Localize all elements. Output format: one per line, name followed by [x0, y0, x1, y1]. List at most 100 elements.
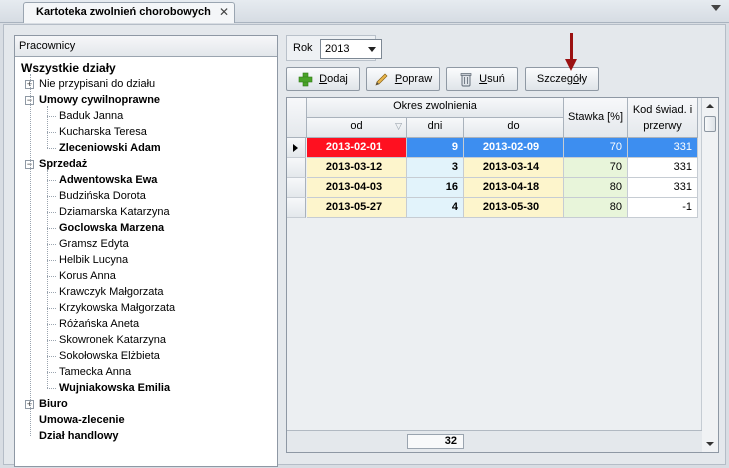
tree-item-department[interactable]: Umowa-zlecenie	[39, 412, 125, 428]
tree-item-employee[interactable]: Zleceniowski Adam	[59, 140, 161, 156]
tree-connector	[47, 244, 56, 245]
cell-code[interactable]: -1	[628, 198, 698, 218]
tree-item-label: Baduk Janna	[59, 110, 124, 122]
tree-item-label: Dziamarska Katarzyna	[59, 206, 170, 218]
tree-connector	[47, 170, 48, 388]
add-button[interactable]: Dodaj	[286, 67, 360, 91]
year-label: Rok	[293, 42, 313, 54]
cell-from[interactable]: 2013-03-12	[307, 158, 407, 178]
tree-connector	[47, 308, 56, 309]
cell-to[interactable]: 2013-04-18	[464, 178, 564, 198]
tree-connector	[47, 228, 56, 229]
cell-to[interactable]: 2013-05-30	[464, 198, 564, 218]
tree-item-employee[interactable]: Różańska Aneta	[59, 316, 139, 332]
cell-rate[interactable]: 70	[564, 138, 628, 158]
dropdown-arrow-icon	[368, 47, 376, 52]
tree-item-employee[interactable]: Dziamarska Katarzyna	[59, 204, 170, 220]
row-selector[interactable]	[287, 158, 306, 178]
scroll-down-icon[interactable]	[706, 442, 714, 446]
column-header-rate[interactable]: Stawka [%]	[564, 98, 628, 138]
column-header-to[interactable]: do	[464, 118, 564, 138]
sick-leave-grid[interactable]: Okres zwolnienia od ▽ dni do Stawka [%] …	[286, 97, 719, 453]
tree-connector	[47, 212, 56, 213]
tree-item-employee[interactable]: Budzińska Dorota	[59, 188, 146, 204]
tree-item-department[interactable]: Wszystkie działy	[21, 60, 116, 76]
cell-from[interactable]: 2013-05-27	[307, 198, 407, 218]
vertical-scrollbar[interactable]	[701, 98, 718, 452]
scroll-up-icon[interactable]	[706, 104, 714, 108]
tree-item-department[interactable]: Dział handlowy	[39, 428, 118, 444]
tree-connector	[47, 372, 56, 373]
details-button[interactable]: Szczegóły	[525, 67, 599, 91]
tree-item-label: Wujniakowska Emilia	[59, 382, 171, 394]
tree-item-employee[interactable]: Adwentowska Ewa	[59, 172, 157, 188]
cell-days[interactable]: 4	[407, 198, 464, 218]
tree-item-label: Nie przypisani do działu	[39, 78, 156, 90]
tree-item-employee[interactable]: Krawczyk Małgorzata	[59, 284, 164, 300]
tab-sick-leave-records[interactable]: Kartoteka zwolnień chorobowych ✕	[23, 2, 235, 23]
column-header-from[interactable]: od ▽	[307, 118, 407, 138]
tree-item-department[interactable]: Biuro	[39, 396, 68, 412]
cell-days[interactable]: 3	[407, 158, 464, 178]
tree-item-employee[interactable]: Krzykowska Małgorzata	[59, 300, 175, 316]
column-header-code[interactable]: Kod świad. i przerwy	[628, 98, 698, 138]
column-header-days[interactable]: dni	[407, 118, 464, 138]
tree-item-label: Różańska Aneta	[59, 318, 140, 330]
tree-item-employee[interactable]: Kucharska Teresa	[59, 124, 147, 140]
edit-button[interactable]: Popraw	[366, 67, 440, 91]
year-select[interactable]: 2013	[320, 39, 382, 59]
cell-days[interactable]: 16	[407, 178, 464, 198]
close-icon[interactable]: ✕	[219, 3, 229, 22]
tree-connector	[30, 74, 31, 436]
row-selector[interactable]	[287, 178, 306, 198]
pencil-icon	[375, 73, 388, 86]
cell-code[interactable]: 331	[628, 138, 698, 158]
annotation-arrowhead-icon	[565, 59, 577, 71]
employees-header: Pracownicy	[15, 36, 277, 57]
tab-menu-chevron-down-icon[interactable]	[711, 5, 721, 11]
delete-button[interactable]: Usuń	[446, 67, 518, 91]
cell-to[interactable]: 2013-02-09	[464, 138, 564, 158]
tree-item-label: Zleceniowski Adam	[59, 142, 161, 154]
tree-item-label: Krawczyk Małgorzata	[59, 286, 164, 298]
tree-item-employee[interactable]: Helbik Lucyna	[59, 252, 128, 268]
row-selector[interactable]	[287, 138, 306, 158]
cell-days[interactable]: 9	[407, 138, 464, 158]
row-selector[interactable]	[287, 198, 306, 218]
tree-item-employee[interactable]: Skowronek Katarzyna	[59, 332, 166, 348]
cell-code[interactable]: 331	[628, 178, 698, 198]
tree-item-department[interactable]: Umowy cywilnoprawne	[39, 92, 160, 108]
tree-item-department[interactable]: Nie przypisani do działu	[39, 76, 155, 92]
tree-item-employee[interactable]: Sokołowska Elżbieta	[59, 348, 160, 364]
tree-item-employee[interactable]: Tamecka Anna	[59, 364, 131, 380]
tree-item-label: Gramsz Edyta	[59, 238, 129, 250]
tree-item-label: Budzińska Dorota	[59, 190, 146, 202]
tree-item-label: Sprzedaż	[39, 158, 88, 170]
annotation-arrow-icon	[570, 33, 573, 61]
tree-item-label: Sokołowska Elżbieta	[59, 350, 160, 362]
add-icon	[298, 72, 313, 86]
tree-item-employee[interactable]: Korus Anna	[59, 268, 116, 284]
grid-corner	[287, 98, 307, 138]
cell-rate[interactable]: 80	[564, 178, 628, 198]
tree-item-employee[interactable]: Goclowska Marzena	[59, 220, 164, 236]
tree-item-employee[interactable]: Gramsz Edyta	[59, 236, 129, 252]
tree-item-employee[interactable]: Baduk Janna	[59, 108, 123, 124]
tree-connector	[47, 292, 56, 293]
tree-item-employee[interactable]: Wujniakowska Emilia	[59, 380, 170, 396]
employees-panel: Pracownicy Wszystkie działy Nie przypisan…	[14, 35, 278, 467]
tree-connector	[47, 180, 56, 181]
tab-title: Kartoteka zwolnień chorobowych	[36, 6, 211, 18]
scrollbar-thumb[interactable]	[704, 116, 716, 132]
total-days: 32	[407, 434, 464, 449]
tree-connector	[47, 276, 56, 277]
cell-to[interactable]: 2013-03-14	[464, 158, 564, 178]
cell-from[interactable]: 2013-02-01	[307, 138, 407, 158]
cell-rate[interactable]: 70	[564, 158, 628, 178]
year-filter: Rok 2013	[286, 35, 382, 61]
cell-code[interactable]: 331	[628, 158, 698, 178]
cell-from[interactable]: 2013-04-03	[307, 178, 407, 198]
tree-connector	[47, 148, 56, 149]
cell-rate[interactable]: 80	[564, 198, 628, 218]
tree-item-label: Tamecka Anna	[59, 366, 132, 378]
